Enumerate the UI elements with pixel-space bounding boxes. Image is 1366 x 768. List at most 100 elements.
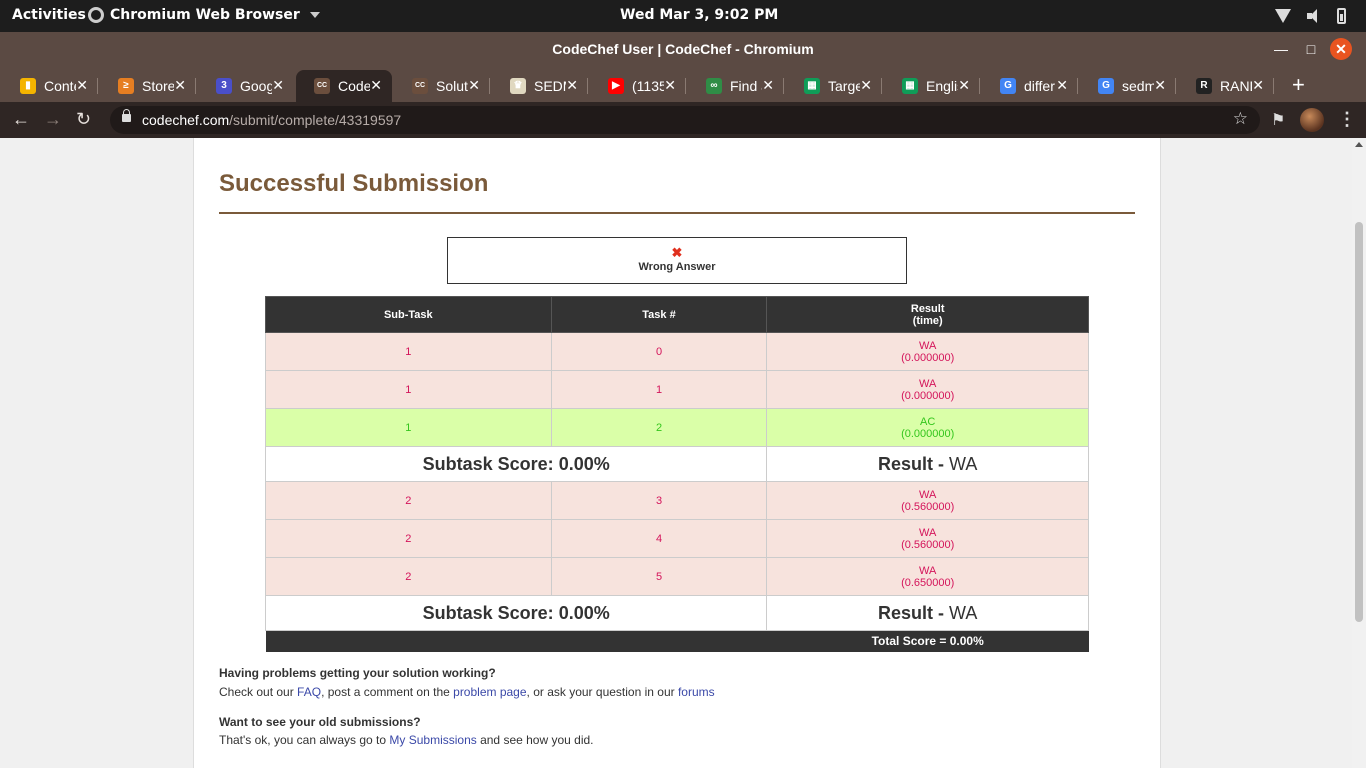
tab-10[interactable]: Gdiffer ✕ [982,70,1078,102]
tab-close-icon[interactable]: ✕ [76,77,88,94]
cell-result-time: (0.000000) [901,427,955,440]
cell-result-time: (0.000000) [901,351,955,364]
tab-label: sedm [1122,78,1154,94]
tab-6[interactable]: ▶ (1135)✕ [590,70,686,102]
chart-favicon: ▮ [20,78,36,94]
cell-task: 5 [550,557,768,596]
tab-label: Soluti [436,78,468,94]
tab-close-icon[interactable]: ✕ [860,77,872,94]
table-header-row: Sub-Task Task # Result (time) [265,296,1089,333]
browser-menu-icon[interactable]: ⋮ [1338,109,1356,130]
tab-close-icon[interactable]: ✕ [174,77,186,94]
tab-close-icon[interactable]: ✕ [762,77,774,94]
tab-close-icon[interactable]: ✕ [664,77,676,94]
my-submissions-link[interactable]: My Submissions [389,733,476,747]
forums-link[interactable]: forums [678,685,715,699]
back-button[interactable]: ← [12,109,30,130]
tab-8[interactable]: ▦ Targe ✕ [786,70,882,102]
help-text: and see how you did. [476,733,594,747]
cell-result-verdict: WA [919,488,937,501]
tab-separator [881,78,882,94]
extensions-icon[interactable]: ⚑ [1271,110,1285,130]
volume-icon [1307,9,1321,23]
close-window-button[interactable]: ✕ [1330,38,1352,60]
tab-close-icon[interactable]: ✕ [1154,77,1166,94]
tab-label: differ [1024,78,1055,94]
system-tray[interactable] [1275,8,1346,24]
tab-3[interactable]: CC CodeC✕ [296,70,392,102]
profile-avatar[interactable] [1300,108,1324,132]
tab-close-icon[interactable]: ✕ [958,77,970,94]
help-submissions-title: Want to see your old submissions? [219,715,421,729]
tab-label: CodeC [338,78,370,94]
cell-task: 0 [550,332,768,371]
reload-button[interactable]: ↻ [76,109,91,130]
subtask-result-value: WA [949,602,978,623]
tab-separator [195,78,196,94]
tab-0[interactable]: ▮ Conte✕ [2,70,98,102]
table-row: 2 4 WA (0.560000) [265,519,1089,558]
new-tab-button[interactable]: + [1292,74,1305,96]
minimize-button[interactable]: — [1270,38,1292,60]
results-table: Sub-Task Task # Result (time) 1 0 WA (0.0000… [264,296,1089,652]
faq-link[interactable]: FAQ [297,685,321,699]
battery-icon [1337,8,1346,24]
clock[interactable]: Wed Mar 3, 9:02 PM [620,7,778,23]
window-title-bar: CodeChef User | CodeChef - Chromium — □ … [0,32,1366,66]
tab-close-icon[interactable]: ✕ [566,77,578,94]
tab-label: Englis [926,78,958,94]
cell-result: WA (0.000000) [766,370,1089,409]
system-top-bar: Activities Chromium Web Browser Wed Mar … [0,0,1366,32]
scrollbar-thumb[interactable] [1355,222,1363,622]
tab-separator [783,78,784,94]
tab-7[interactable]: ∞ Find a✕ [688,70,784,102]
tab-separator [1175,78,1176,94]
app-menu[interactable]: Chromium Web Browser [88,7,320,23]
scroll-up-icon[interactable] [1355,142,1363,147]
header-result: Result (time) [766,296,1089,333]
total-score: Total Score = 0.00% [766,630,1089,652]
page-scrollbar[interactable] [1352,138,1366,768]
tab-close-icon[interactable]: ✕ [272,77,284,94]
address-bar[interactable]: codechef.com/submit/complete/43319597 ☆ [110,106,1260,134]
problem-page-link[interactable]: problem page [453,685,526,699]
sheets-favicon: ▦ [804,78,820,94]
header-result-label: Result [910,302,945,315]
forward-button[interactable]: → [44,109,62,130]
tab-close-icon[interactable]: ✕ [370,77,382,94]
cell-subtask: 1 [265,332,552,371]
subtask-score: Subtask Score: 0.00% [264,446,768,482]
table-row: 1 1 WA (0.000000) [265,370,1089,409]
tab-close-icon[interactable]: ✕ [1056,77,1068,94]
tab-close-icon[interactable]: ✕ [468,77,480,94]
tab-4[interactable]: CC Soluti ✕ [394,70,490,102]
tab-2[interactable]: 3 Googl✕ [198,70,294,102]
tab-9[interactable]: ▦ Englis✕ [884,70,980,102]
lock-icon[interactable] [122,109,131,122]
cell-result-verdict: AC [920,415,936,428]
tab-1[interactable]: ≥ Store ✕ [100,70,196,102]
tab-close-icon[interactable]: ✕ [1252,77,1264,94]
tab-11[interactable]: Gsedm ✕ [1080,70,1176,102]
subtask-score-row: Subtask Score: 0.00% Result - WA [264,595,1089,631]
chromium-icon [88,7,104,23]
sheets-favicon: ▦ [902,78,918,94]
maximize-button[interactable]: □ [1300,38,1322,60]
tab-5[interactable]: ♛ SEDM✕ [492,70,588,102]
google-favicon: G [1000,78,1016,94]
wifi-icon [1275,9,1291,23]
activities-button[interactable]: Activities [12,7,86,23]
cell-result-verdict: WA [919,526,937,539]
cell-task: 1 [550,370,768,409]
bookmark-star-icon[interactable]: ☆ [1233,109,1248,129]
tab-separator [1273,78,1274,94]
tab-12[interactable]: R RAND✕ [1178,70,1274,102]
cell-result: WA (0.650000) [766,557,1089,596]
table-row: 2 3 WA (0.560000) [265,481,1089,520]
page-viewport: Successful Submission ✖ Wrong Answer Sub… [0,138,1366,768]
tab-separator [979,78,980,94]
codechef-favicon: CC [314,78,330,94]
cell-task: 3 [550,481,768,520]
window-title: CodeChef User | CodeChef - Chromium [552,41,814,57]
cell-subtask: 1 [265,370,552,409]
